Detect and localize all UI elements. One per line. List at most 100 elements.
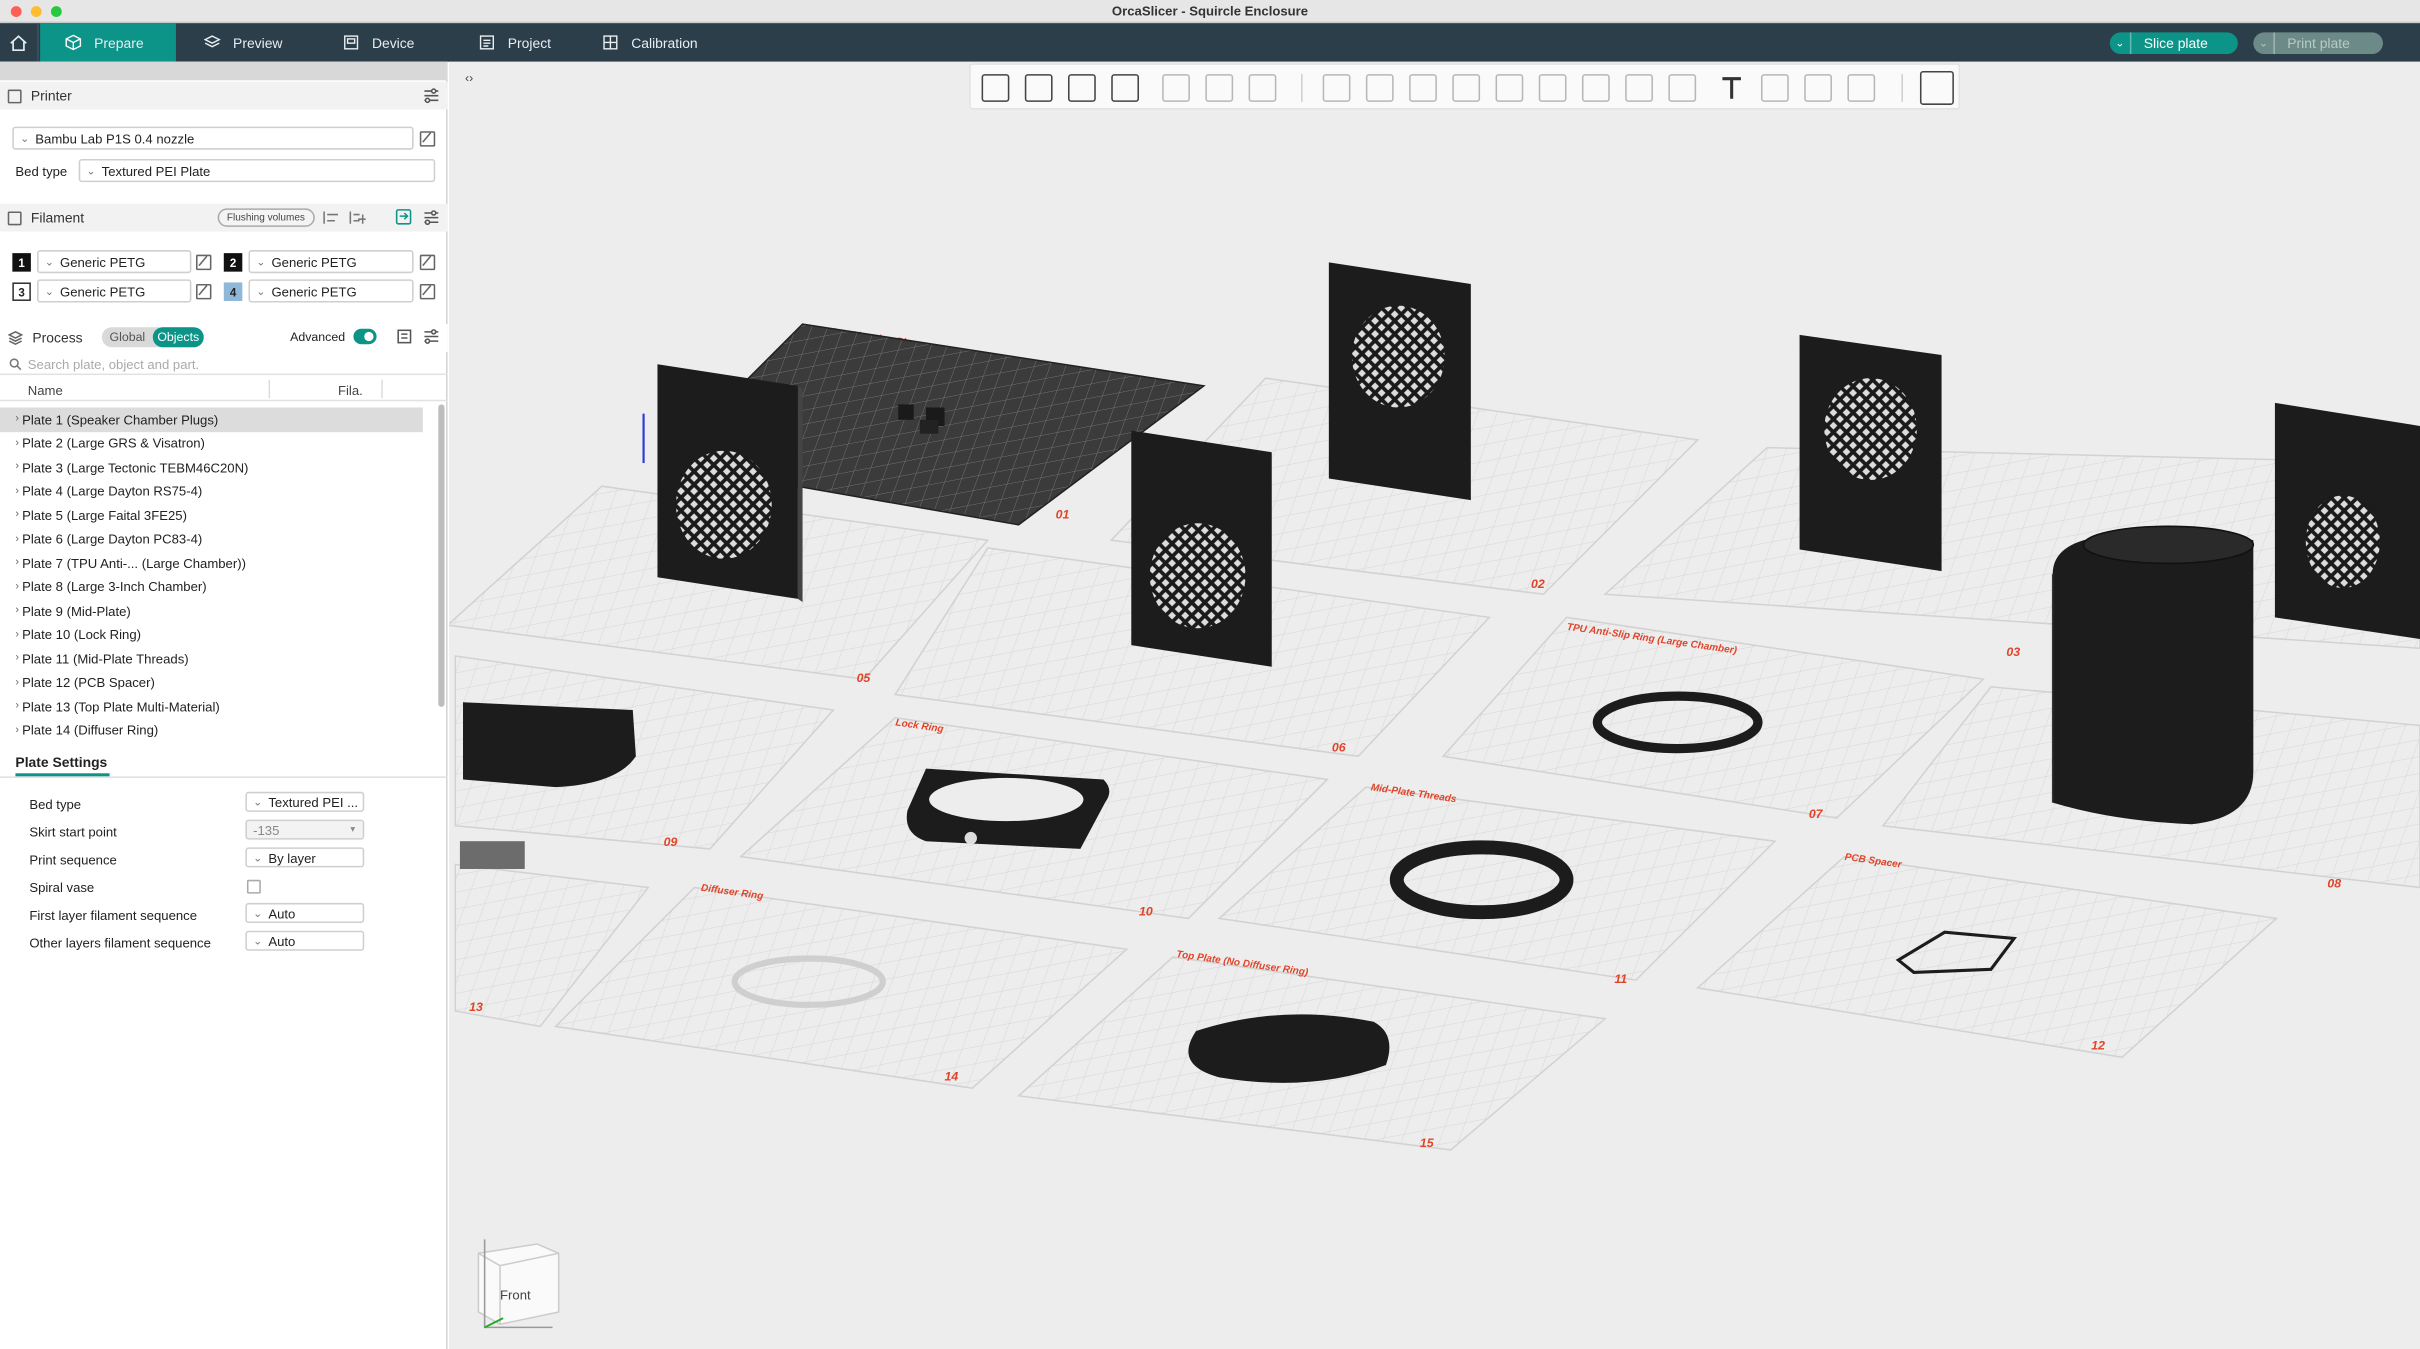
filament-column-header[interactable]: Fila.: [338, 383, 363, 398]
toggle-view-icon[interactable]: [1919, 71, 1954, 105]
rotate-icon[interactable]: [1365, 74, 1394, 102]
build-plate[interactable]: [553, 886, 1129, 1089]
chevron-right-icon[interactable]: ›: [15, 414, 19, 425]
chevron-right-icon[interactable]: ›: [15, 534, 19, 545]
plate-list-item[interactable]: › Plate 12 (PCB Spacer): [0, 671, 440, 695]
chevron-right-icon[interactable]: ›: [15, 605, 19, 616]
plate-list-item[interactable]: › Plate 5 (Large Faital 3FE25): [0, 503, 440, 527]
remove-filament-icon[interactable]: [323, 210, 340, 225]
top-plate-object[interactable]: [1188, 1014, 1390, 1083]
plug-object[interactable]: [898, 404, 914, 420]
build-plate[interactable]: [1695, 855, 2279, 1059]
tab-preview[interactable]: Preview: [179, 23, 312, 62]
plate-list-item[interactable]: › Plate 11 (Mid-Plate Threads): [0, 647, 440, 671]
chevron-right-icon[interactable]: ›: [15, 629, 19, 640]
chevron-right-icon[interactable]: ›: [15, 701, 19, 712]
variable-layer-icon[interactable]: [1248, 74, 1277, 102]
plate-list-item[interactable]: › Plate 1 (Speaker Chamber Plugs): [0, 407, 423, 432]
plate-list-scrollbar[interactable]: [438, 404, 445, 707]
color-paint-icon[interactable]: [1668, 74, 1697, 102]
filament-slot-3-select[interactable]: ⌄ Generic PETG: [37, 279, 192, 303]
tab-device[interactable]: Device: [318, 23, 445, 62]
filament-slot-2-select[interactable]: ⌄ Generic PETG: [248, 250, 414, 274]
mid-plate-object[interactable]: [463, 702, 636, 788]
lay-on-face-icon[interactable]: [1452, 74, 1481, 102]
flushing-volumes-button[interactable]: Flushing volumes: [217, 208, 315, 227]
ps-print-sequence-select[interactable]: ⌄ By layer: [245, 847, 365, 868]
filament-slot-2-badge[interactable]: 2: [223, 253, 243, 272]
spinner-icon[interactable]: ▾: [350, 824, 355, 835]
scale-icon[interactable]: [1409, 74, 1437, 102]
plate-list-item[interactable]: › Plate 7 (TPU Anti-... (Large Chamber)): [0, 551, 440, 575]
process-list-icon[interactable]: [397, 329, 412, 344]
ps-spiral-vase-checkbox[interactable]: [246, 879, 261, 894]
ps-skirt-start-input[interactable]: -135 ▾: [245, 819, 365, 840]
edit-filament-1-icon[interactable]: [196, 254, 212, 271]
lock-ring-object[interactable]: [906, 768, 1110, 849]
ps-first-layer-select[interactable]: ⌄ Auto: [245, 902, 365, 924]
filament-settings-icon[interactable]: [423, 210, 440, 226]
split-parts-icon[interactable]: [1205, 74, 1234, 102]
tab-project[interactable]: Project: [454, 23, 581, 62]
chevron-right-icon[interactable]: ›: [15, 725, 19, 736]
support-paint-icon[interactable]: [1581, 74, 1610, 102]
assembly-icon[interactable]: [1804, 74, 1832, 102]
chevron-down-icon[interactable]: ⌄: [2253, 32, 2275, 55]
chevron-right-icon[interactable]: ›: [15, 486, 19, 497]
plate-list-item[interactable]: › Plate 13 (Top Plate Multi-Material): [0, 695, 440, 719]
home-button[interactable]: [0, 23, 39, 62]
printer-select[interactable]: ⌄ Bambu Lab P1S 0.4 nozzle: [12, 126, 414, 150]
print-plate-button[interactable]: ⌄ Print plate: [2253, 32, 2383, 55]
large-chamber-object[interactable]: [2051, 525, 2255, 825]
split-objects-icon[interactable]: [1162, 74, 1190, 102]
plate-list-item[interactable]: › Plate 6 (Large Dayton PC83-4): [0, 527, 440, 551]
process-settings-icon[interactable]: [423, 329, 440, 344]
plate-list-item[interactable]: › Plate 3 (Large Tectonic TEBM46C20N): [0, 455, 440, 479]
filament-slot-3-badge[interactable]: 3: [12, 282, 31, 301]
tab-prepare[interactable]: Prepare: [40, 23, 176, 62]
mesh-boolean-icon[interactable]: [1538, 74, 1567, 102]
plate-list-item[interactable]: › Plate 4 (Large Dayton RS75-4): [0, 479, 440, 503]
edit-printer-icon[interactable]: [419, 131, 436, 147]
collapse-sidebar-button[interactable]: ‹›: [458, 68, 480, 87]
chevron-right-icon[interactable]: ›: [15, 653, 19, 664]
text-tool-icon[interactable]: [1718, 74, 1746, 102]
speaker-panel-object[interactable]: [2274, 402, 2420, 640]
build-plates-scene[interactable]: 0502030607080910111213141501Speaker Cham…: [449, 62, 2420, 1349]
sync-filament-icon[interactable]: [395, 208, 412, 225]
plate-list-item[interactable]: › Plate 8 (Large 3-Inch Chamber): [0, 575, 440, 599]
chevron-right-icon[interactable]: ›: [15, 582, 19, 593]
edit-filament-3-icon[interactable]: [196, 284, 212, 300]
plug-object[interactable]: [919, 419, 939, 434]
chevron-right-icon[interactable]: ›: [15, 558, 19, 569]
bed-type-select[interactable]: ⌄ Textured PEI Plate: [78, 158, 436, 183]
tab-calibration[interactable]: Calibration: [577, 23, 731, 62]
advanced-toggle[interactable]: [353, 328, 377, 345]
edit-filament-2-icon[interactable]: [419, 254, 436, 271]
measure-icon[interactable]: [1760, 74, 1789, 102]
ps-other-layers-select[interactable]: ⌄ Auto: [245, 930, 365, 951]
objects-tab[interactable]: Objects: [152, 327, 204, 348]
add-filament-icon[interactable]: [349, 210, 366, 225]
3d-viewport[interactable]: 0502030607080910111213141501Speaker Cham…: [449, 61, 2420, 1349]
fit-view-icon[interactable]: [1847, 74, 1876, 102]
add-plate-icon[interactable]: [1024, 74, 1053, 102]
printer-settings-icon[interactable]: [423, 88, 440, 104]
chevron-right-icon[interactable]: ›: [15, 438, 19, 449]
small-block-object[interactable]: [459, 841, 525, 869]
build-plate[interactable]: [1217, 786, 1777, 981]
plate-list-item[interactable]: › Plate 10 (Lock Ring): [0, 623, 440, 647]
chevron-right-icon[interactable]: ›: [15, 462, 19, 473]
filament-slot-1-badge[interactable]: 1: [12, 253, 31, 272]
plate-list-item[interactable]: › Plate 14 (Diffuser Ring): [0, 718, 440, 742]
chevron-right-icon[interactable]: ›: [15, 510, 19, 521]
cut-icon[interactable]: [1495, 74, 1524, 102]
arrange-icon[interactable]: [1111, 74, 1140, 102]
speaker-panel-object[interactable]: [657, 364, 803, 602]
filament-slot-4-select[interactable]: ⌄ Generic PETG: [248, 279, 414, 303]
filament-slot-4-badge[interactable]: 4: [223, 282, 243, 301]
plate-search-input[interactable]: Search plate, object and part.: [0, 353, 448, 376]
ps-bed-type-select[interactable]: ⌄ Textured PEI ...: [245, 791, 365, 812]
move-icon[interactable]: [1322, 74, 1351, 102]
slice-plate-button[interactable]: ⌄ Slice plate: [2109, 32, 2238, 55]
